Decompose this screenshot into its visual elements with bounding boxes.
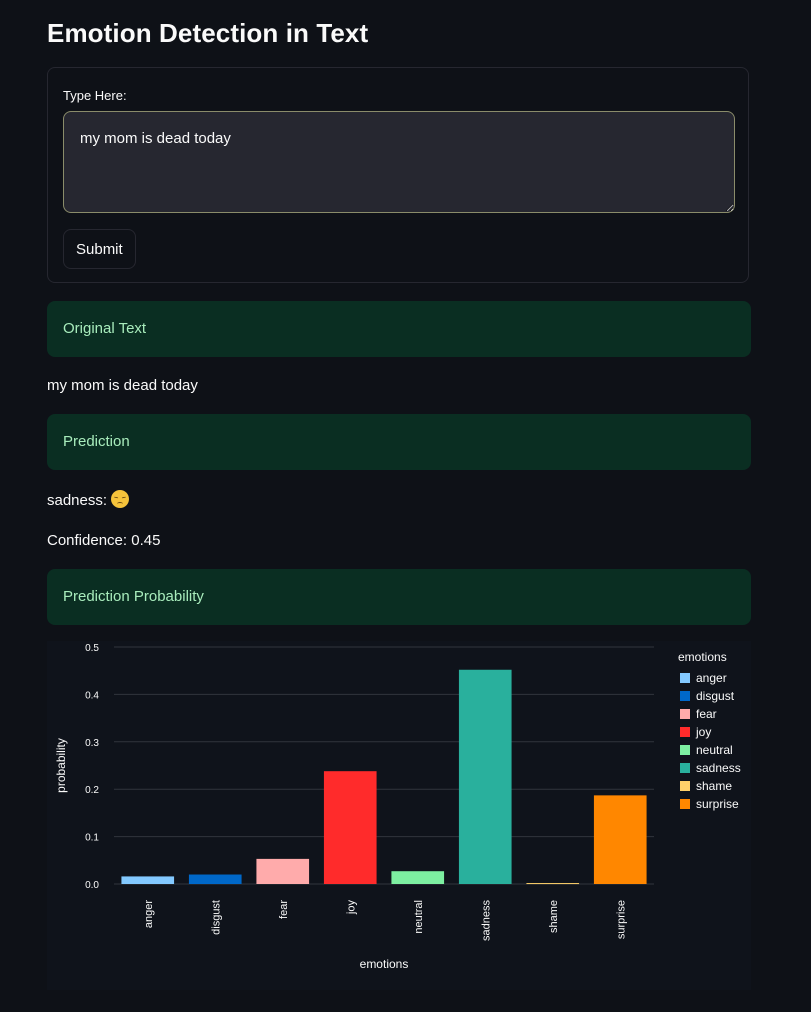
bar-fear: [256, 858, 310, 884]
x-tick-label: anger: [143, 900, 155, 928]
pensive-face-icon: [111, 490, 130, 508]
legend-swatch-neutral: [680, 745, 690, 755]
x-tick-label: fear: [278, 900, 290, 919]
bar-neutral: [391, 871, 445, 884]
legend-item-anger: anger: [696, 671, 727, 685]
bar-disgust: [188, 874, 242, 884]
legend-swatch-anger: [680, 673, 690, 683]
prediction-probability-header: Prediction Probability: [47, 569, 751, 625]
bar-anger: [121, 876, 175, 884]
bar-joy: [323, 771, 377, 884]
x-tick-label: shame: [548, 900, 560, 933]
x-tick-label: sadness: [480, 900, 492, 941]
legend-item-surprise: surprise: [696, 797, 739, 811]
y-tick-label: 0.5: [85, 643, 99, 654]
x-tick-label: neutral: [413, 900, 425, 934]
legend-swatch-sadness: [680, 763, 690, 773]
legend-swatch-shame: [680, 781, 690, 791]
bar-chart-svg: 0.0 0.1 0.2 0.3 0.4 0.5 probability anger disgus…: [54, 643, 741, 971]
legend-title: emotions: [678, 650, 727, 664]
text-input[interactable]: [63, 111, 735, 213]
legend-item-neutral: neutral: [696, 743, 733, 757]
y-axis-label: probability: [54, 738, 68, 793]
legend-item-joy: joy: [695, 725, 711, 739]
input-form: Type Here: Submit: [47, 67, 749, 283]
prediction-header: Prediction: [47, 414, 751, 470]
prediction-label: sadness:: [47, 492, 108, 509]
y-tick-label: 0.2: [85, 785, 99, 796]
bar-surprise: [593, 795, 647, 884]
original-text-header: Original Text: [47, 301, 751, 357]
legend-swatch-joy: [680, 727, 690, 737]
original-text-value: my mom is dead today: [47, 377, 198, 394]
confidence-text: Confidence: 0.45: [47, 532, 161, 549]
legend-item-fear: fear: [696, 707, 717, 721]
legend-item-shame: shame: [696, 779, 732, 793]
input-label: Type Here:: [63, 88, 127, 103]
x-tick-label: disgust: [210, 900, 222, 935]
legend-swatch-disgust: [680, 691, 690, 701]
legend-item-disgust: disgust: [696, 689, 735, 703]
y-tick-label: 0.3: [85, 738, 99, 749]
x-axis-label: emotions: [360, 957, 409, 971]
submit-button[interactable]: Submit: [63, 229, 136, 269]
x-tick-label: surprise: [615, 900, 627, 939]
prediction-result: sadness:: [47, 490, 130, 509]
bar-shame: [526, 883, 580, 885]
page-title: Emotion Detection in Text: [47, 18, 369, 48]
bar-sadness: [458, 669, 512, 884]
y-tick-label: 0.4: [85, 690, 99, 701]
x-tick-label: joy: [345, 900, 357, 916]
legend-swatch-fear: [680, 709, 690, 719]
y-tick-label: 0.1: [85, 833, 99, 844]
app-page: Emotion Detection in Text Type Here: Sub…: [0, 0, 811, 1012]
legend-swatch-surprise: [680, 799, 690, 809]
legend-item-sadness: sadness: [696, 761, 741, 775]
y-tick-label: 0.0: [85, 880, 99, 891]
probability-chart: 0.0 0.1 0.2 0.3 0.4 0.5 probability anger disgus…: [47, 641, 751, 990]
